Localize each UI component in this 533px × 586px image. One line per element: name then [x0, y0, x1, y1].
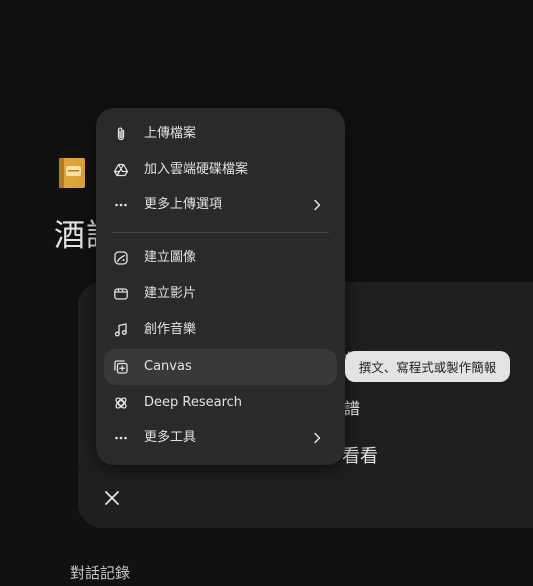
menu-item-add-drive[interactable]: 加入雲端硬碟檔案: [104, 152, 337, 188]
canvas-tooltip: 撰文、寫程式或製作簡報: [345, 351, 510, 382]
menu-item-canvas[interactable]: Canvas: [104, 349, 337, 385]
menu-item-label: 建立影片: [144, 286, 197, 301]
more-horiz-icon: [112, 429, 130, 447]
paperclip-icon: [112, 125, 130, 143]
menu-item-deep-research[interactable]: Deep Research: [104, 385, 337, 421]
menu-item-create-image[interactable]: 建立圖像: [104, 240, 337, 276]
menu-item-label: 加入雲端硬碟檔案: [144, 162, 249, 177]
tools-menu: 上傳檔案 加入雲端硬碟檔案 更多上傳選項 建立圖像 建立影片 創作音樂 Canv…: [96, 108, 345, 465]
menu-item-label: 更多工具: [144, 430, 197, 445]
menu-item-create-music[interactable]: 創作音樂: [104, 312, 337, 348]
more-horiz-icon: [112, 196, 130, 214]
menu-item-label: 建立圖像: [144, 250, 197, 265]
menu-item-create-video[interactable]: 建立影片: [104, 276, 337, 312]
chevron-right-icon: [309, 430, 325, 446]
menu-item-more-tools[interactable]: 更多工具: [104, 420, 337, 456]
close-button[interactable]: [100, 486, 124, 510]
music-note-icon: [112, 321, 130, 339]
card-text-line: 看看: [342, 446, 378, 467]
menu-item-label: 創作音樂: [144, 322, 197, 337]
menu-item-label: Deep Research: [144, 395, 243, 410]
menu-item-label: Canvas: [144, 359, 192, 374]
chevron-right-icon: [309, 197, 325, 213]
canvas-icon: [112, 358, 130, 376]
menu-item-more-upload[interactable]: 更多上傳選項: [104, 187, 337, 223]
menu-divider: [112, 232, 329, 233]
drive-icon: [112, 161, 130, 179]
notebook-icon: [56, 156, 88, 190]
close-icon: [105, 491, 119, 505]
history-label: 對話記錄: [70, 564, 131, 582]
deep-research-icon: [112, 394, 130, 412]
image-create-icon: [112, 249, 130, 267]
menu-item-upload-file[interactable]: 上傳檔案: [104, 116, 337, 152]
menu-item-label: 更多上傳選項: [144, 197, 223, 212]
card-text-line: 譜: [344, 399, 361, 418]
menu-item-label: 上傳檔案: [144, 126, 197, 141]
video-icon: [112, 285, 130, 303]
